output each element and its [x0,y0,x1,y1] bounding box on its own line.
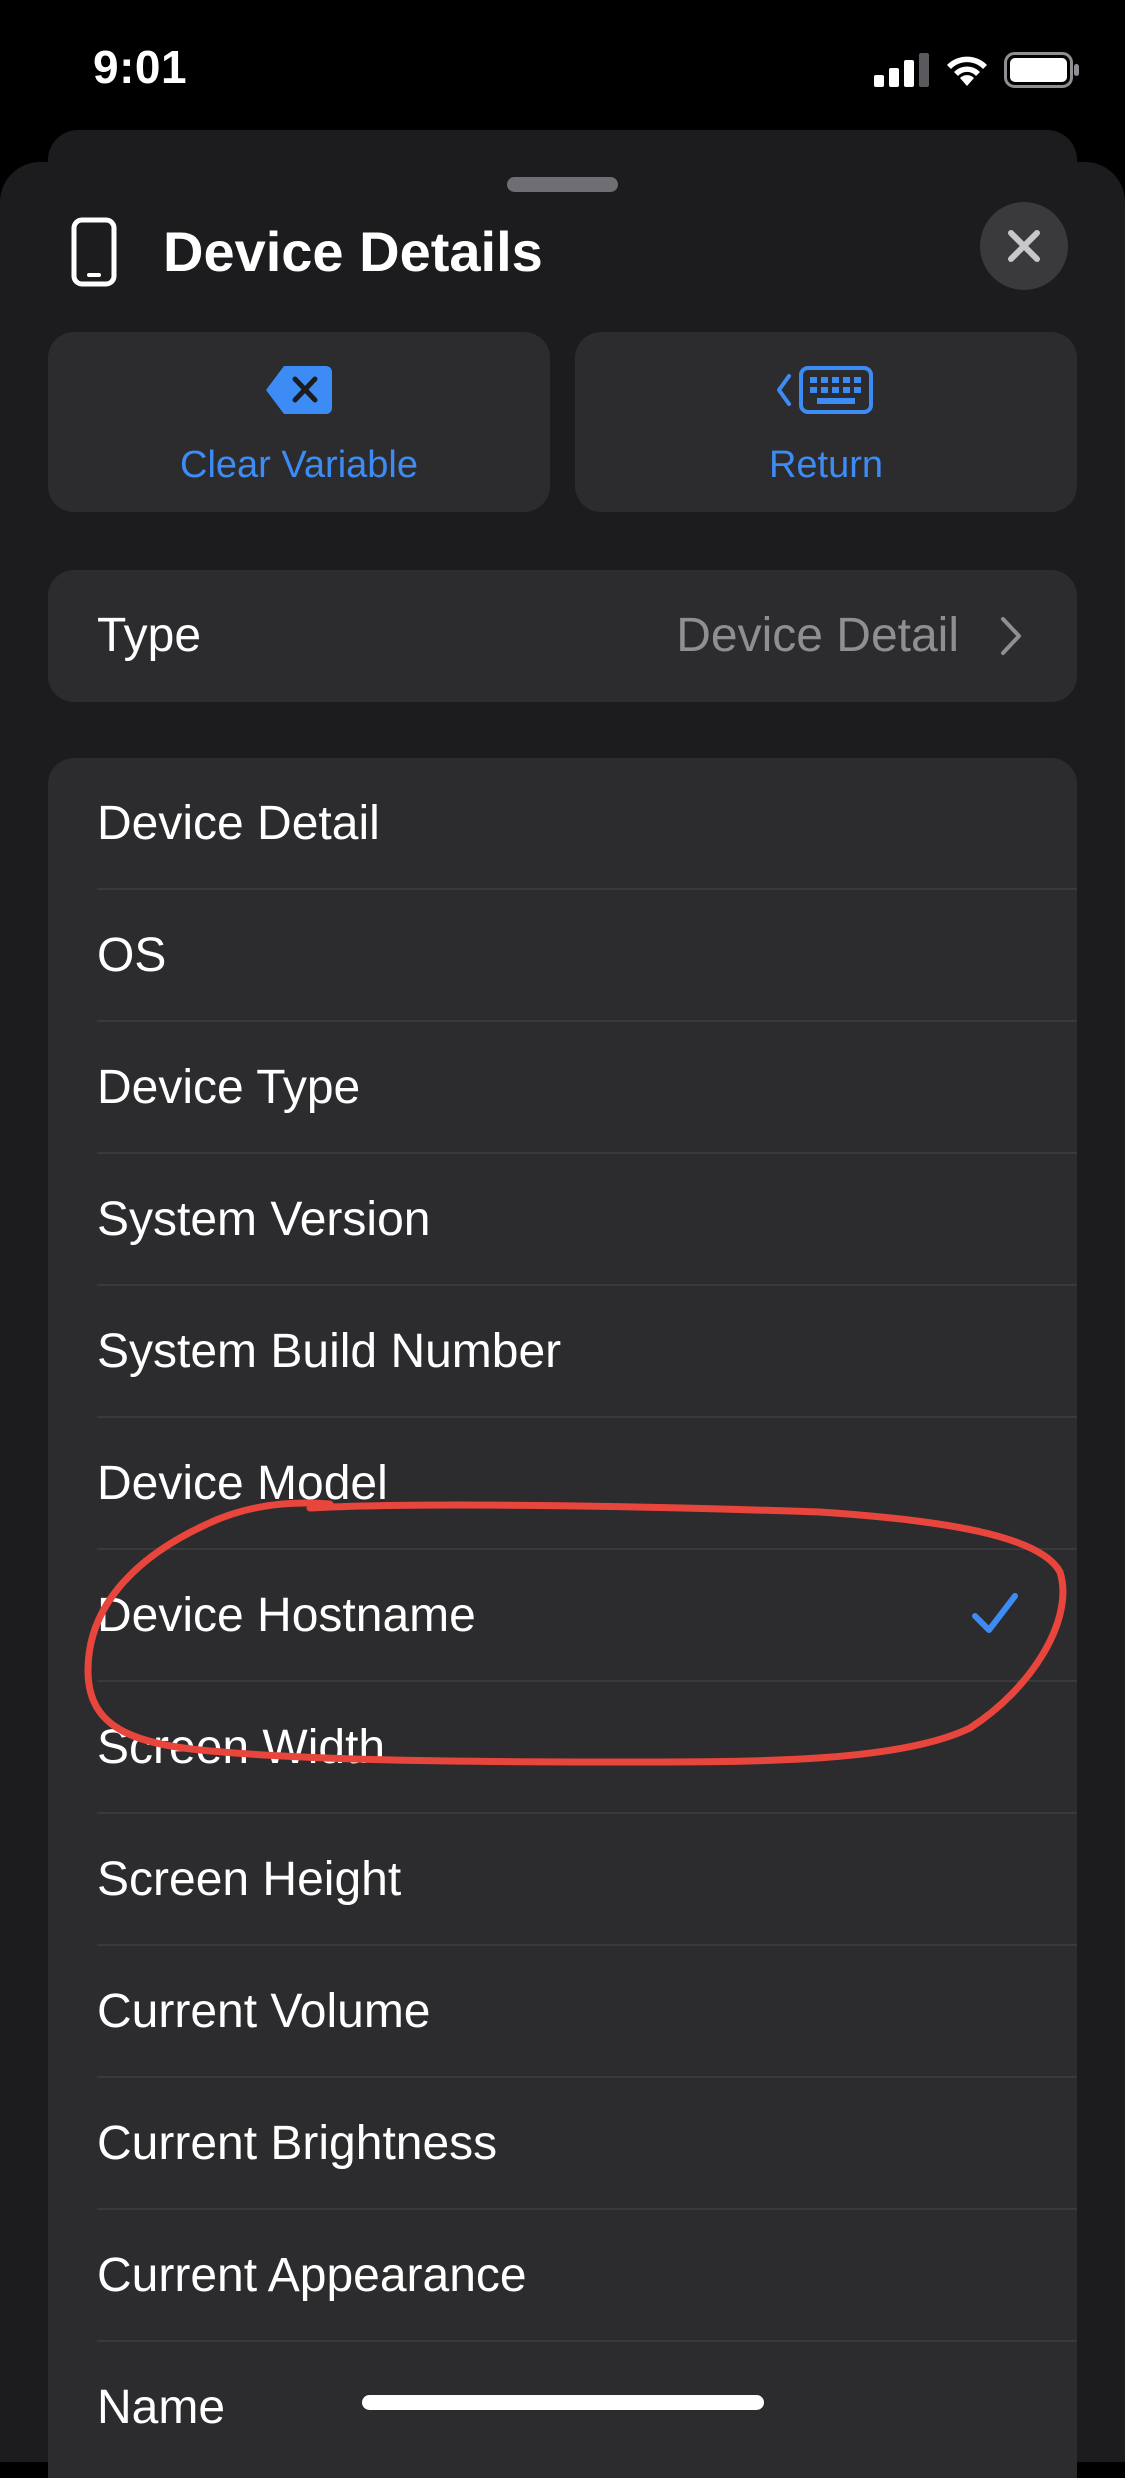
device-detail-options-list: Device Detail OS Device Type System Version… [48,758,1077,2478]
home-indicator [362,2395,764,2410]
clear-variable-label: Clear Variable [180,444,418,486]
option-row[interactable]: System Version [48,1154,1077,1286]
option-row[interactable]: Device Hostname [48,1550,1077,1682]
cellular-signal-icon [874,52,929,87]
option-row[interactable]: Device Type [48,1022,1077,1154]
option-label: Current Volume [97,1985,431,2038]
option-label: Device Detail [97,797,380,850]
type-value: Device Detail [676,609,959,662]
wifi-icon [947,56,987,86]
sheet-title: Device Details [163,220,543,283]
device-details-sheet: Device Details Clear Variable Return Typ… [0,162,1125,2478]
option-label: Screen Width [97,1721,386,1774]
option-label: OS [97,929,167,982]
iphone-icon [71,217,117,287]
option-label: Device Hostname [97,1589,476,1642]
option-label: Current Appearance [97,2249,527,2302]
option-label: Device Type [97,1061,361,1114]
status-bar: 9:01 [0,0,1125,135]
option-label: Current Brightness [97,2117,498,2170]
option-label: System Build Number [97,1325,562,1378]
sheet-grabber[interactable] [507,177,618,192]
return-label: Return [768,444,884,486]
option-row[interactable]: Device Model [48,1418,1077,1550]
keyboard-icon [777,366,873,414]
type-row[interactable]: Type Device Detail [48,570,1077,702]
status-time: 9:01 [93,41,188,93]
delete-left-icon [266,366,332,414]
return-button[interactable]: Return [575,332,1077,512]
option-row[interactable]: Current Appearance [48,2210,1077,2342]
clear-variable-button[interactable]: Clear Variable [48,332,550,512]
option-row[interactable]: Device Detail [48,758,1077,890]
option-label: Device Model [97,1457,388,1510]
option-row[interactable]: System Build Number [48,1286,1077,1418]
chevron-right-icon [1001,617,1021,655]
type-label: Type [97,609,202,662]
option-row[interactable]: Screen Height [48,1814,1077,1946]
option-row[interactable]: Screen Width [48,1682,1077,1814]
option-row[interactable]: Current Volume [48,1946,1077,2078]
checkmark-icon [972,1593,1018,1633]
option-row[interactable]: OS [48,890,1077,1022]
option-label: Screen Height [97,1853,402,1906]
battery-icon [1004,51,1079,88]
status-icons [874,47,1080,92]
option-row[interactable]: Current Brightness [48,2078,1077,2210]
option-label: Name [97,2381,226,2434]
close-icon [1008,230,1040,262]
option-label: System Version [97,1193,431,1246]
close-button[interactable] [980,202,1068,290]
